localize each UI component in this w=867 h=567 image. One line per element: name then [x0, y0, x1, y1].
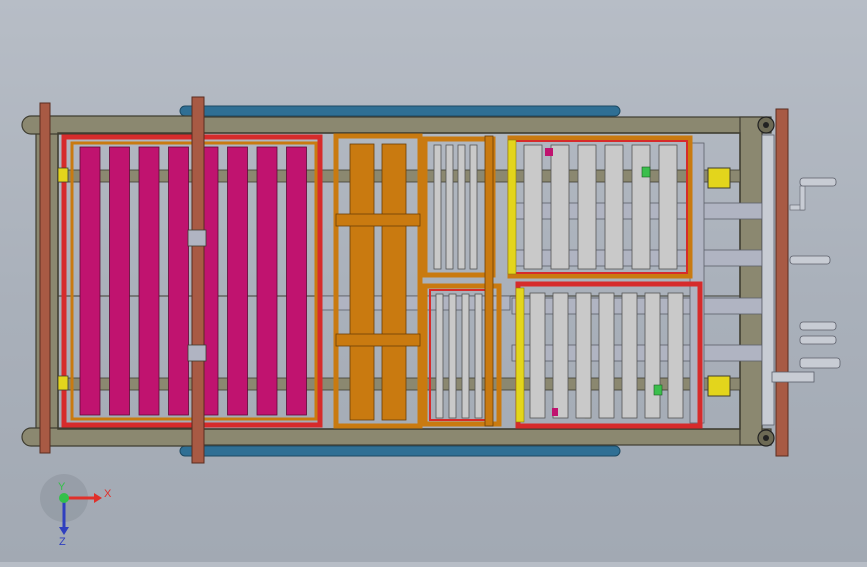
bed-frame-model: X Y Z — [21, 96, 841, 548]
grey-slat — [474, 293, 483, 419]
magenta-slat — [256, 146, 278, 416]
grey-slat — [604, 144, 624, 270]
magenta-slat — [168, 146, 189, 416]
z-axis-label: Z — [59, 536, 66, 548]
grey-slat — [598, 292, 615, 419]
grey-slat — [529, 292, 546, 419]
magenta-slat — [286, 146, 307, 416]
middle-small-panels — [422, 135, 502, 427]
grey-slat — [667, 292, 684, 419]
magenta-slat — [79, 146, 101, 416]
grey-slat — [644, 292, 661, 419]
grey-slat — [435, 293, 444, 419]
grey-slat — [457, 144, 466, 270]
right-frame-rail — [739, 116, 763, 446]
grey-slat — [658, 144, 678, 270]
x-axis-label: X — [104, 488, 112, 500]
grey-slat — [433, 144, 442, 270]
grey-slat — [523, 144, 543, 270]
grey-slat — [469, 144, 478, 270]
grey-slat — [577, 144, 597, 270]
grey-slat — [445, 144, 454, 270]
y-axis-dot — [59, 493, 69, 503]
bottom-gas-spring-rod — [179, 445, 621, 457]
coordinate-triad: X Y Z — [40, 474, 112, 548]
grey-slat — [552, 292, 569, 419]
grey-slat — [461, 293, 470, 419]
y-axis-label: Y — [58, 481, 66, 493]
crank-handles — [761, 108, 841, 457]
green-marker — [653, 384, 663, 396]
grey-slat — [575, 292, 592, 419]
cad-viewport[interactable]: X Y Z — [0, 0, 867, 562]
grey-slat — [631, 144, 651, 270]
top-gas-spring-rod — [179, 105, 621, 117]
magenta-slat — [109, 146, 130, 416]
grey-slat — [621, 292, 638, 419]
grey-slat — [448, 293, 457, 419]
magenta-slat — [138, 146, 160, 416]
green-marker — [641, 166, 651, 178]
grey-slat — [550, 144, 570, 270]
magenta-slat — [227, 146, 248, 416]
